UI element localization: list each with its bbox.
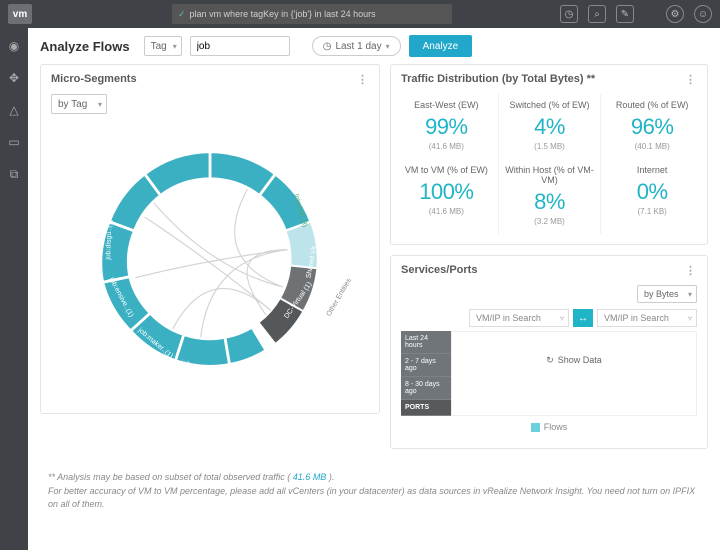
clock-icon: ◷ [323, 41, 332, 52]
metric-tile: Routed (% of EW)96%(40.1 MB) [600, 94, 703, 159]
services-title: Services/Ports [401, 264, 477, 277]
chevron-down-icon: ▾ [386, 42, 390, 51]
services-by-select[interactable]: by Bytes [637, 285, 697, 303]
top-bar: vm ✓ plan vm where tagKey in {'job'} in … [0, 0, 720, 28]
analyze-toolbar: Analyze Flows Tag ◷ Last 1 day ▾ Analyze [28, 28, 720, 64]
services-ports-card: Services/Ports ⋮ by Bytes VM/IP in Searc… [390, 255, 708, 449]
metric-tile: East-West (EW)99%(41.6 MB) [395, 94, 498, 159]
card-menu-icon[interactable]: ⋮ [685, 264, 697, 277]
traffic-distribution-card: Traffic Distribution (by Total Bytes) **… [390, 64, 708, 245]
main-content: Analyze Flows Tag ◷ Last 1 day ▾ Analyze… [28, 28, 720, 550]
show-data-button[interactable]: ↻ Show Data [452, 332, 696, 388]
swap-button[interactable]: ↔ [573, 309, 593, 327]
traffic-metrics: East-West (EW)99%(41.6 MB) Switched (% o… [391, 90, 707, 244]
vm-ip-select-left[interactable]: VM/IP in Search [469, 309, 569, 327]
services-legend: Flows [401, 416, 697, 438]
metric-tile: Within Host (% of VM-VM)8%(3.2 MB) [498, 159, 601, 234]
time-row-label[interactable]: 8 - 30 days ago [401, 377, 451, 400]
nav-monitor-icon[interactable]: ▭ [6, 134, 22, 150]
legend-swatch [531, 423, 540, 432]
nav-flows-icon[interactable]: ⧉ [6, 166, 22, 182]
metric-tile: Internet0%(7.1 KB) [600, 159, 703, 234]
user-icon[interactable]: ☺ [694, 5, 712, 23]
time-row-label[interactable]: 2 - 7 days ago [401, 354, 451, 377]
nav-home-icon[interactable]: ◉ [6, 38, 22, 54]
app-logo: vm [8, 4, 32, 24]
time-range-select[interactable]: ◷ Last 1 day ▾ [312, 36, 401, 56]
left-nav: ◉ ✥ △ ▭ ⧉ [0, 28, 28, 550]
page-title: Analyze Flows [40, 39, 130, 54]
card-menu-icon[interactable]: ⋮ [357, 73, 369, 86]
micro-filter-select[interactable]: by Tag [51, 94, 107, 114]
history-icon[interactable]: ◷ [560, 5, 578, 23]
filter-mode-select[interactable]: Tag [144, 36, 182, 56]
settings-icon[interactable]: ⚙ [666, 5, 684, 23]
pin-icon[interactable]: ✎ [616, 5, 634, 23]
services-table: Last 24 hours 2 - 7 days ago 8 - 30 days… [401, 331, 697, 416]
nav-triangle-icon[interactable]: △ [6, 102, 22, 118]
footnote: ** Analysis may be based on subset of to… [28, 459, 720, 524]
global-search-input[interactable]: ✓ plan vm where tagKey in {'job'} in las… [172, 4, 452, 24]
filter-value-input[interactable] [190, 36, 290, 56]
refresh-icon: ↻ [546, 355, 554, 366]
metric-tile: VM to VM (% of EW)100%(41.6 MB) [395, 159, 498, 234]
time-label: Last 1 day [335, 41, 381, 52]
micro-segments-card: Micro-Segments ⋮ by Tag [40, 64, 380, 414]
analyze-button[interactable]: Analyze [409, 35, 473, 57]
time-row-label[interactable]: Last 24 hours [401, 331, 451, 354]
traffic-title: Traffic Distribution (by Total Bytes) ** [401, 73, 595, 86]
card-menu-icon[interactable]: ⋮ [685, 73, 697, 86]
metric-tile: Switched (% of EW)4%(1.5 MB) [498, 94, 601, 159]
search-icon[interactable]: ⌕ [588, 5, 606, 23]
micro-title: Micro-Segments [51, 73, 137, 86]
micro-chord-chart[interactable]: job:web-a..(2) job:web..(1) job:essel..(… [51, 114, 369, 404]
vm-ip-select-right[interactable]: VM/IP in Search [597, 309, 697, 327]
check-icon: ✓ [178, 9, 186, 20]
search-text: plan vm where tagKey in {'job'} in last … [190, 9, 376, 19]
nav-globe-icon[interactable]: ✥ [6, 70, 22, 86]
ports-row-label[interactable]: PORTS [401, 400, 451, 416]
topbar-actions: ◷ ⌕ ✎ ⚙ ☺ [560, 5, 712, 23]
